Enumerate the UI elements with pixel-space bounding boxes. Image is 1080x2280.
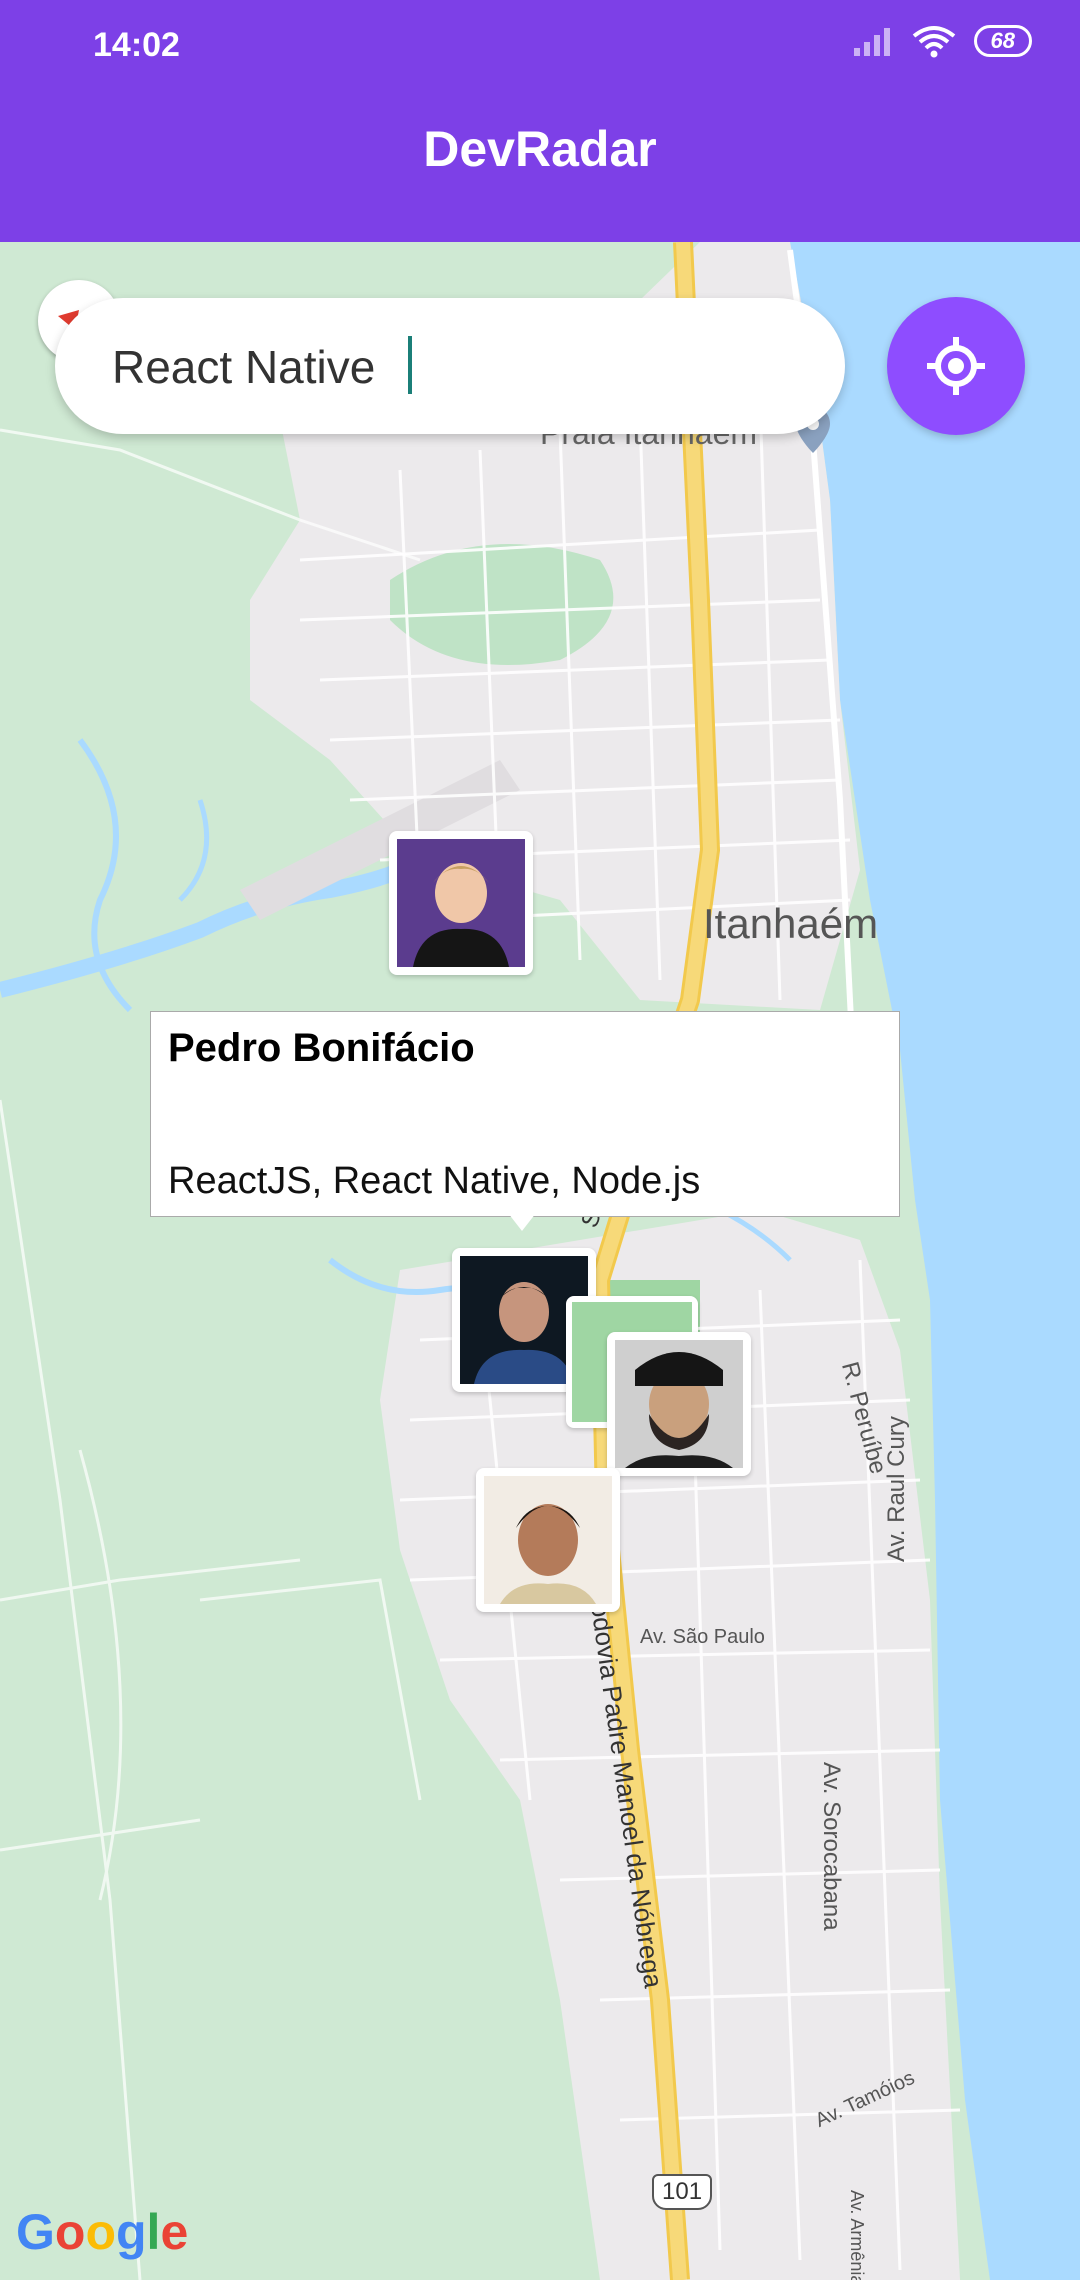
callout-dev-name: Pedro Bonifácio [168,1026,475,1070]
my-location-button[interactable] [887,297,1025,435]
callout-dev-techs: ReactJS, React Native, Node.js [168,1160,701,1202]
battery-indicator: 68 [973,25,1032,57]
avatar [484,1476,612,1604]
google-logo: Google [16,2204,189,2260]
status-icons: 68 [852,24,1032,58]
avatar [397,839,525,967]
map-label-av-sorocabana: Av. Sorocabana [818,1762,845,1931]
map-label-av-armenia: Av. Armênia [847,2190,867,2280]
crosshair-icon [927,337,985,395]
dev-callout[interactable]: Pedro Bonifácio ReactJS, React Native, N… [150,1011,900,1217]
highway-shield-101: 101 [652,2174,713,2210]
status-time: 14:02 [93,26,180,64]
app-title: DevRadar [423,121,657,177]
text-caret [408,336,412,394]
wifi-icon [912,26,955,58]
callout-pointer [508,1213,536,1231]
map-label-city: Itanhaém [703,900,879,947]
search-input[interactable] [110,336,814,398]
app-header: DevRadar [0,96,1080,242]
dev-marker-1[interactable] [389,831,533,975]
dev-marker-3[interactable] [607,1332,751,1476]
dev-marker-4[interactable] [476,1468,620,1612]
map-label-av-raul-cury: Av. Raul Cury [883,1416,910,1562]
signal-icon [853,28,890,56]
avatar [615,1340,743,1468]
map-label-av-sao-paulo: Av. São Paulo [640,1626,765,1648]
search-bar[interactable] [55,298,845,434]
